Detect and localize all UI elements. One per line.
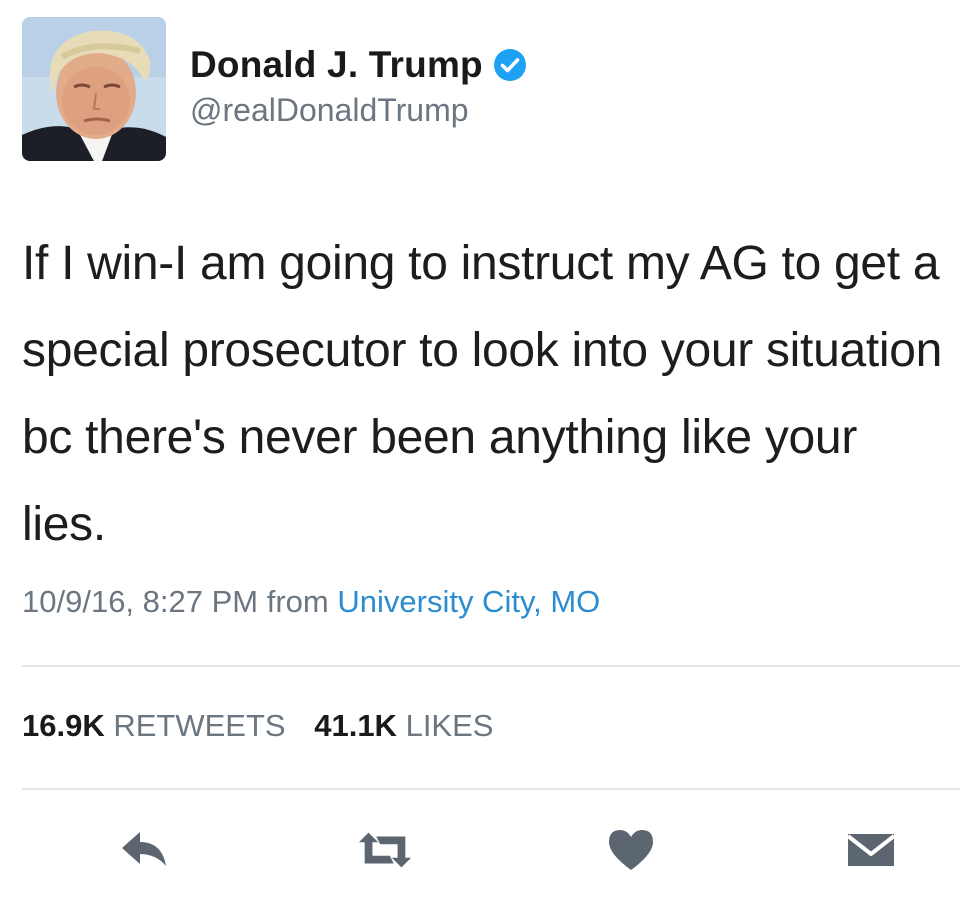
profile-photo-icon: [22, 17, 166, 161]
tweet-text: If I win-I am going to instruct my AG to…: [22, 237, 943, 551]
like-button[interactable]: [601, 820, 661, 880]
direct-message-button[interactable]: [841, 820, 901, 880]
avatar[interactable]: [22, 17, 166, 161]
action-bar: [0, 820, 960, 880]
location-link[interactable]: University City, MO: [337, 584, 600, 619]
retweets-label[interactable]: RETWEETS: [113, 708, 285, 743]
user-handle[interactable]: @realDonaldTrump: [190, 92, 527, 129]
tweet-card: Donald J. Trump @realDonaldTrump If I wi…: [0, 0, 960, 902]
likes-count[interactable]: 41.1K: [314, 708, 397, 743]
envelope-icon: [846, 834, 896, 866]
tweet-meta: 10/9/16, 8:27 PM from University City, M…: [22, 584, 600, 620]
from-label: from: [266, 584, 329, 619]
reply-button[interactable]: [114, 820, 174, 880]
divider: [22, 788, 960, 790]
engagement-stats: 16.9K RETWEETS 41.1K LIKES: [22, 708, 513, 744]
timestamp[interactable]: 10/9/16, 8:27 PM: [22, 584, 258, 619]
likes-label[interactable]: LIKES: [406, 708, 494, 743]
reply-icon: [122, 832, 166, 866]
author-block: Donald J. Trump @realDonaldTrump: [190, 40, 527, 129]
divider: [22, 665, 960, 667]
verified-badge-icon: [493, 48, 527, 82]
retweets-count[interactable]: 16.9K: [22, 708, 105, 743]
heart-icon: [609, 830, 653, 870]
display-name[interactable]: Donald J. Trump: [190, 44, 483, 86]
retweet-icon: [358, 832, 412, 868]
name-row: Donald J. Trump: [190, 40, 527, 90]
retweet-button[interactable]: [355, 820, 415, 880]
